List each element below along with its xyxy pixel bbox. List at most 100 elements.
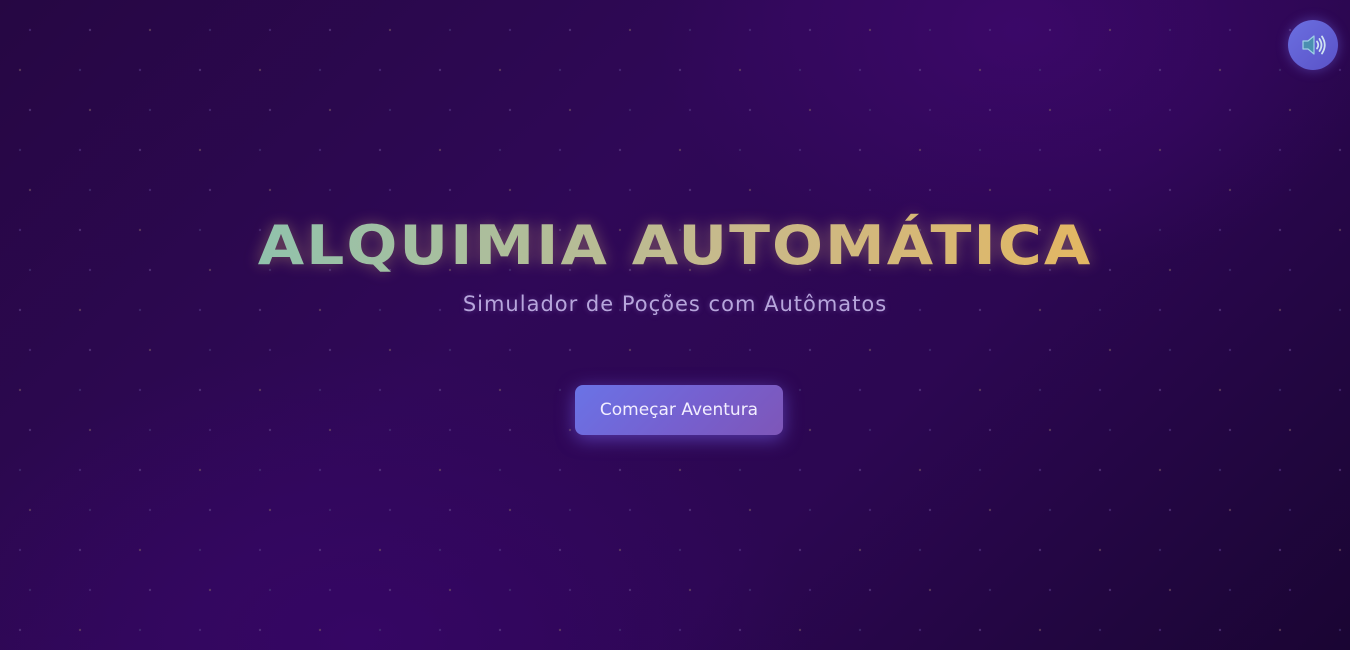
background-dot <box>28 28 32 32</box>
background-dot <box>1048 108 1052 112</box>
background-dot <box>918 628 922 632</box>
background-dot <box>678 628 682 632</box>
background-dot <box>928 428 932 432</box>
background-dot <box>1228 188 1232 192</box>
background-dot <box>438 628 442 632</box>
background-dot <box>378 388 382 392</box>
background-dot <box>988 108 992 112</box>
background-dot <box>868 508 872 512</box>
background-dot <box>318 68 322 72</box>
background-dot <box>328 28 332 32</box>
background-dot <box>508 508 512 512</box>
background-dot <box>1218 628 1222 632</box>
background-dot <box>1098 548 1102 552</box>
background-dot <box>148 428 152 432</box>
background-dot <box>808 28 812 32</box>
background-dot <box>1038 388 1042 392</box>
background-dot <box>688 188 692 192</box>
background-dot <box>78 68 82 72</box>
background-dot <box>1278 628 1282 632</box>
background-dot <box>328 108 332 112</box>
background-dot <box>1288 588 1292 592</box>
background-dot <box>88 428 92 432</box>
background-dot <box>18 388 22 392</box>
background-dot <box>1098 68 1102 72</box>
background-dot <box>198 388 202 392</box>
background-dot <box>1108 588 1112 592</box>
background-dot <box>138 388 142 392</box>
background-dot <box>1158 468 1162 472</box>
background-dot <box>628 508 632 512</box>
background-dot <box>928 188 932 192</box>
background-dot <box>688 348 692 352</box>
background-dot <box>88 588 92 592</box>
background-dot <box>568 348 572 352</box>
background-dot <box>628 348 632 352</box>
background-dot <box>808 108 812 112</box>
background-dot <box>438 388 442 392</box>
background-dot <box>558 68 562 72</box>
background-dot <box>1288 108 1292 112</box>
background-dot <box>448 588 452 592</box>
background-dot <box>198 468 202 472</box>
background-dot <box>1168 28 1172 32</box>
background-dot <box>378 148 382 152</box>
background-dot <box>798 468 802 472</box>
background-dot <box>448 188 452 192</box>
background-dot <box>28 348 32 352</box>
background-dot <box>678 468 682 472</box>
background-dot <box>258 628 262 632</box>
background-dot <box>78 548 82 552</box>
background-dot <box>808 348 812 352</box>
background-dot <box>1338 468 1342 472</box>
background-dot <box>738 68 742 72</box>
background-dot <box>928 348 932 352</box>
background-dot-pattern <box>18 28 1342 632</box>
game-title: ALQUIMIA AUTOMÁTICA <box>0 212 1350 280</box>
background-dot <box>1288 428 1292 432</box>
sound-toggle-button[interactable] <box>1288 20 1338 70</box>
background-dot <box>388 428 392 432</box>
background-dot <box>558 388 562 392</box>
background-dot <box>678 148 682 152</box>
background-dot <box>988 188 992 192</box>
background-dot <box>88 508 92 512</box>
background-dot <box>28 188 32 192</box>
background-dot <box>1228 508 1232 512</box>
background-dot <box>1168 188 1172 192</box>
speaker-volume-icon <box>1302 35 1326 55</box>
background-dot <box>28 428 32 432</box>
background-dot <box>148 28 152 32</box>
background-dot <box>18 628 22 632</box>
background-dot <box>378 68 382 72</box>
background-dot <box>328 588 332 592</box>
background-dot <box>508 428 512 432</box>
background-dot <box>568 28 572 32</box>
background-dot <box>508 108 512 112</box>
background-dot <box>388 108 392 112</box>
background-dot <box>138 68 142 72</box>
background-dot <box>558 548 562 552</box>
background-dot <box>258 148 262 152</box>
background-dot <box>1218 68 1222 72</box>
background-dot <box>438 548 442 552</box>
background-dot <box>978 68 982 72</box>
background-dot <box>258 388 262 392</box>
start-adventure-button[interactable]: Começar Aventura <box>575 385 783 435</box>
background-dot <box>498 468 502 472</box>
background-dot <box>1108 348 1112 352</box>
background-dot <box>858 68 862 72</box>
background-dot <box>78 468 82 472</box>
background-dot <box>568 188 572 192</box>
background-dot <box>448 108 452 112</box>
background-dot <box>78 628 82 632</box>
background-dot <box>1158 68 1162 72</box>
background-dot <box>1228 28 1232 32</box>
background-dot <box>868 108 872 112</box>
background-dot <box>1158 628 1162 632</box>
game-subtitle: Simulador de Poções com Autômatos <box>462 292 888 316</box>
background-dot <box>928 508 932 512</box>
background-dot <box>1338 628 1342 632</box>
background-dot <box>388 588 392 592</box>
background-dot <box>1338 68 1342 72</box>
